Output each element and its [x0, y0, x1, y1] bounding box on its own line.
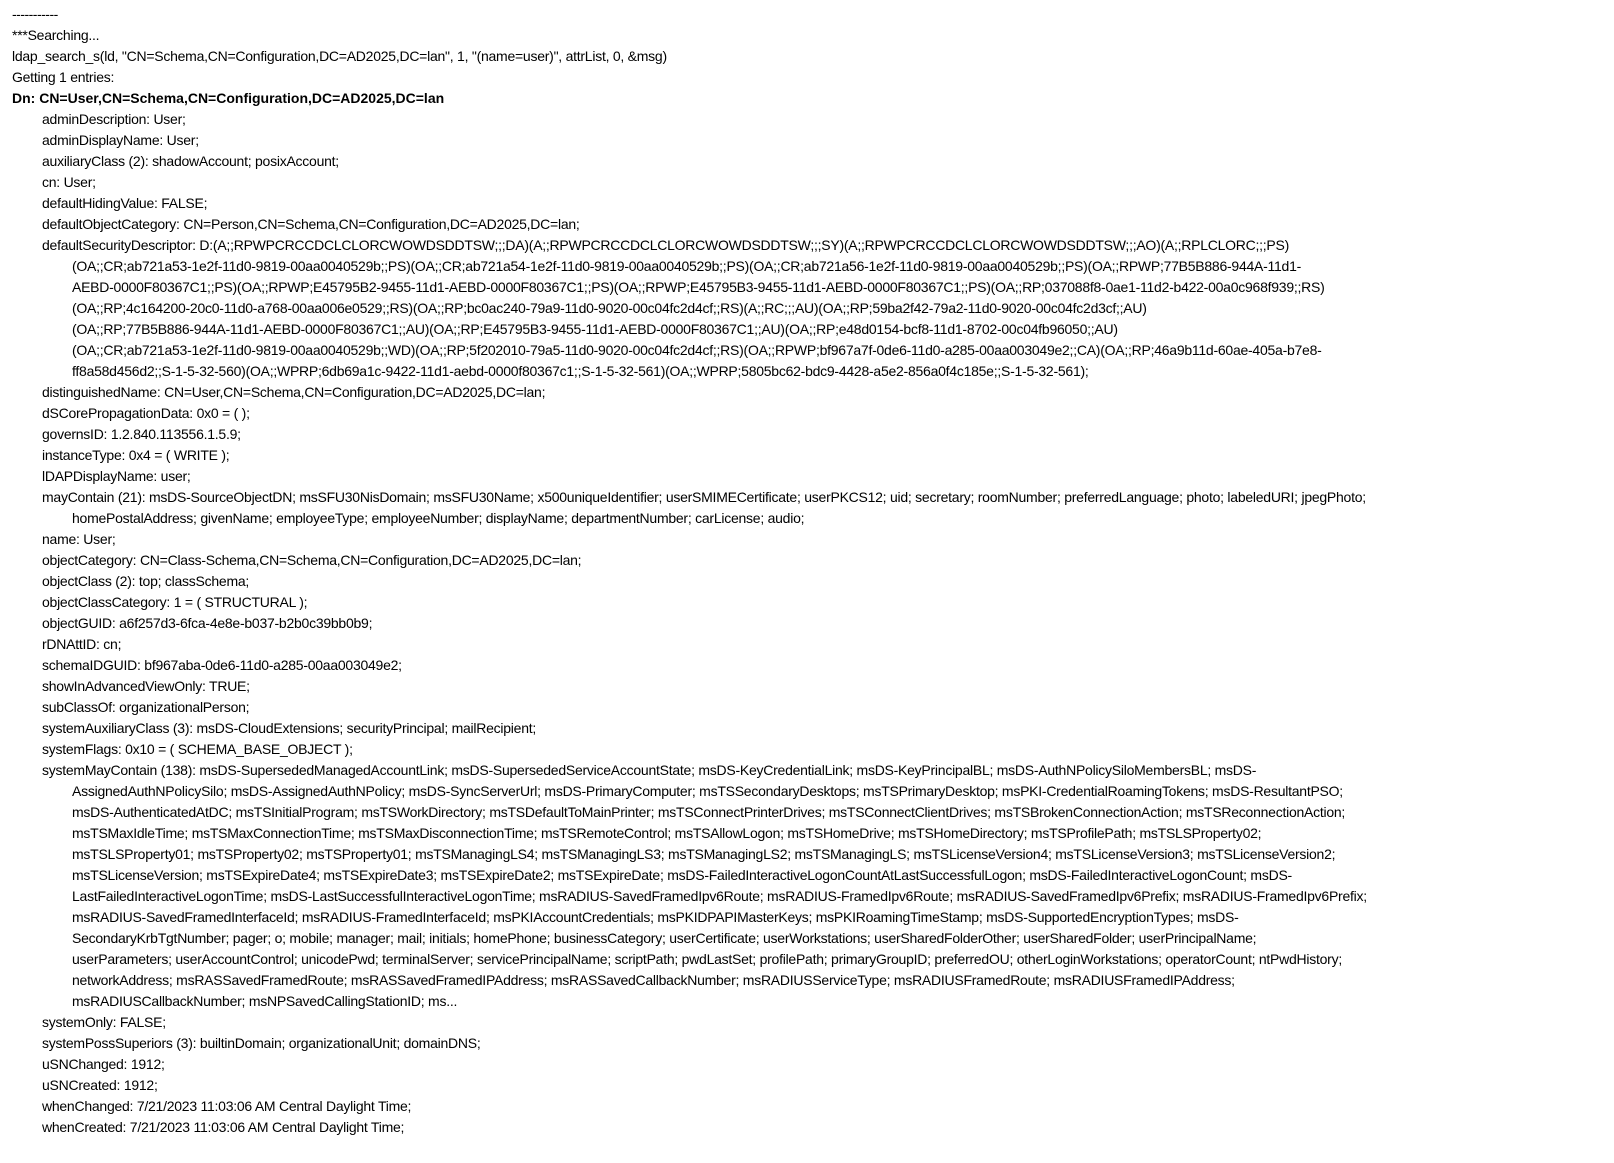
- security-descriptor-continuation: (OA;;CR;ab721a53-1e2f-11d0-9819-00aa0040…: [72, 258, 1302, 274]
- attribute-line: auxiliaryClass (2): shadowAccount; posix…: [42, 153, 339, 169]
- security-descriptor-attribute: defaultSecurityDescriptor: D:(A;;RPWPCRC…: [12, 235, 1614, 382]
- attribute-line: whenChanged: 7/21/2023 11:03:06 AM Centr…: [42, 1098, 412, 1114]
- attribute-line: objectClassCategory: 1 = ( STRUCTURAL );: [42, 594, 308, 610]
- attribute-line: systemAuxiliaryClass (3): msDS-CloudExte…: [42, 720, 537, 736]
- security-descriptor-continuation: (OA;;RP;4c164200-20c0-11d0-a768-00aa006e…: [72, 300, 1147, 316]
- attribute-line: adminDisplayName: User;: [42, 132, 199, 148]
- system-may-contain-continuation: SecondaryKrbTgtNumber; pager; o; mobile;…: [72, 930, 1257, 946]
- separator-line: -----------: [12, 6, 58, 22]
- attribute-line: dSCorePropagationData: 0x0 = ( );: [42, 405, 250, 421]
- attribute-line: uSNChanged: 1912;: [42, 1056, 165, 1072]
- attribute-line: systemFlags: 0x10 = ( SCHEMA_BASE_OBJECT…: [42, 741, 353, 757]
- attribute-line: uSNCreated: 1912;: [42, 1077, 158, 1093]
- may-contain-attribute: mayContain (21): msDS-SourceObjectDN; ms…: [12, 487, 1614, 529]
- attribute-line: distinguishedName: CN=User,CN=Schema,CN=…: [42, 384, 546, 400]
- security-descriptor-first-line: defaultSecurityDescriptor: D:(A;;RPWPCRC…: [42, 237, 1290, 253]
- system-may-contain-continuation: msRADIUS-SavedFramedInterfaceId; msRADIU…: [72, 909, 1239, 925]
- attribute-line: defaultObjectCategory: CN=Person,CN=Sche…: [42, 216, 580, 232]
- attribute-line: subClassOf: organizationalPerson;: [42, 699, 250, 715]
- attribute-line: lDAPDisplayName: user;: [42, 468, 191, 484]
- system-may-contain-continuation: networkAddress; msRASSavedFramedRoute; m…: [72, 972, 1235, 988]
- attribute-line: name: User;: [42, 531, 116, 547]
- attribute-line: objectClass (2): top; classSchema;: [42, 573, 250, 589]
- security-descriptor-continuation: (OA;;CR;ab721a53-1e2f-11d0-9819-00aa0040…: [72, 342, 1322, 358]
- system-may-contain-continuation: msDS-AuthenticatedAtDC; msTSInitialProgr…: [72, 804, 1346, 820]
- may-contain-continuation: homePostalAddress; givenName; employeeTy…: [72, 510, 805, 526]
- system-may-contain-continuation: msTSMaxIdleTime; msTSMaxConnectionTime; …: [72, 825, 1262, 841]
- search-call-line: ldap_search_s(ld, "CN=Schema,CN=Configur…: [12, 48, 667, 64]
- may-contain-first-line: mayContain (21): msDS-SourceObjectDN; ms…: [42, 489, 1366, 505]
- security-descriptor-continuation: AEBD-0000F80367C1;;PS)(OA;;RPWP;E45795B2…: [72, 279, 1325, 295]
- system-may-contain-first-line: systemMayContain (138): msDS-SupersededM…: [42, 762, 1257, 778]
- system-may-contain-continuation: msRADIUSCallbackNumber; msNPSavedCalling…: [72, 993, 458, 1009]
- ldap-output-pane[interactable]: ----------- ***Searching... ldap_search_…: [0, 0, 1614, 1163]
- attribute-line: systemPossSuperiors (3): builtinDomain; …: [42, 1035, 481, 1051]
- entry-dn: Dn: CN=User,CN=Schema,CN=Configuration,D…: [12, 90, 445, 106]
- security-descriptor-continuation: ff8a58d456d2;;S-1-5-32-560)(OA;;WPRP;6db…: [72, 363, 1089, 379]
- attribute-line: governsID: 1.2.840.113556.1.5.9;: [42, 426, 241, 442]
- attribute-line: whenCreated: 7/21/2023 11:03:06 AM Centr…: [42, 1119, 405, 1135]
- attribute-line: rDNAttID: cn;: [42, 636, 122, 652]
- attribute-line: systemOnly: FALSE;: [42, 1014, 166, 1030]
- system-may-contain-attribute: systemMayContain (138): msDS-SupersededM…: [12, 760, 1614, 1012]
- system-may-contain-continuation: msTSLicenseVersion; msTSExpireDate4; msT…: [72, 867, 1292, 883]
- attribute-line: cn: User;: [42, 174, 96, 190]
- attribute-line: showInAdvancedViewOnly: TRUE;: [42, 678, 250, 694]
- attribute-line: instanceType: 0x4 = ( WRITE );: [42, 447, 230, 463]
- attribute-line: objectGUID: a6f257d3-6fca-4e8e-b037-b2b0…: [42, 615, 373, 631]
- security-descriptor-continuation: (OA;;RP;77B5B886-944A-11d1-AEBD-0000F803…: [72, 321, 1118, 337]
- system-may-contain-continuation: userParameters; userAccountControl; unic…: [72, 951, 1342, 967]
- attribute-line: defaultHidingValue: FALSE;: [42, 195, 208, 211]
- attribute-line: adminDescription: User;: [42, 111, 186, 127]
- attribute-line: objectCategory: CN=Class-Schema,CN=Schem…: [42, 552, 582, 568]
- attribute-line: schemaIDGUID: bf967aba-0de6-11d0-a285-00…: [42, 657, 402, 673]
- searching-status: ***Searching...: [12, 27, 100, 43]
- system-may-contain-continuation: AssignedAuthNPolicySilo; msDS-AssignedAu…: [72, 783, 1343, 799]
- system-may-contain-continuation: msTSLSProperty01; msTSProperty02; msTSPr…: [72, 846, 1336, 862]
- entries-count-line: Getting 1 entries:: [12, 69, 115, 85]
- ldap-output-text: ----------- ***Searching... ldap_search_…: [12, 4, 1602, 1138]
- system-may-contain-continuation: LastFailedInteractiveLogonTime; msDS-Las…: [72, 888, 1367, 904]
